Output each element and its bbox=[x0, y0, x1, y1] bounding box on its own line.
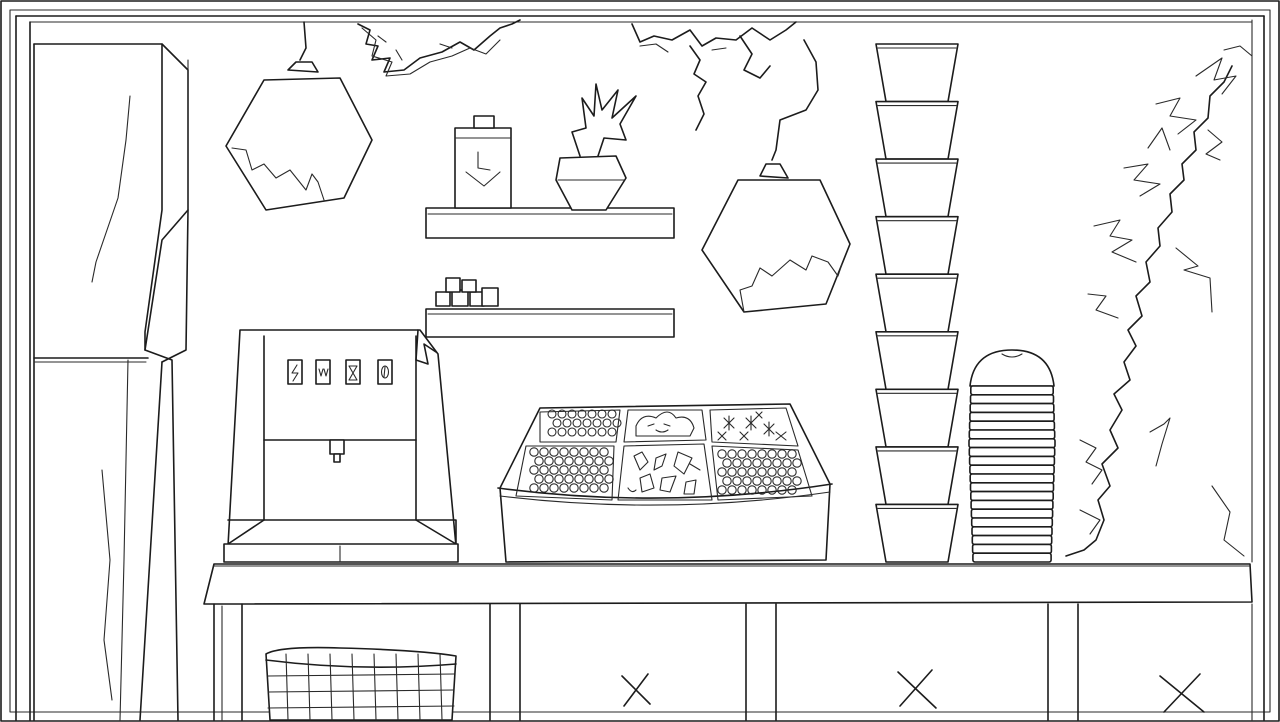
toppings-bin[interactable] bbox=[497, 403, 833, 563]
room-frame bbox=[0, 0, 1280, 722]
cup-lid bbox=[971, 543, 1053, 555]
paper-cup bbox=[875, 273, 959, 333]
cabinet-drawer-x[interactable] bbox=[1150, 660, 1220, 716]
cup-lid bbox=[971, 534, 1053, 546]
cup-lid bbox=[968, 420, 1056, 431]
ceiling-vines bbox=[357, 19, 797, 131]
bean-icon[interactable] bbox=[377, 359, 393, 385]
cup-lid bbox=[970, 517, 1054, 528]
pendant-lamp[interactable] bbox=[701, 39, 851, 313]
counter-top bbox=[203, 563, 1253, 605]
cup-lid bbox=[972, 552, 1052, 563]
sugar-cubes[interactable] bbox=[435, 277, 499, 307]
cup-lid bbox=[968, 455, 1056, 466]
scene-canvas bbox=[0, 0, 1280, 722]
cup-lid bbox=[970, 499, 1054, 510]
cup-lid bbox=[969, 411, 1055, 422]
hourglass-icon[interactable] bbox=[345, 359, 361, 385]
cup-lid bbox=[969, 393, 1055, 405]
double-drop-icon[interactable] bbox=[315, 359, 331, 385]
climbing-vine bbox=[1065, 45, 1253, 557]
paper-cup bbox=[875, 388, 959, 448]
paper-cup bbox=[875, 503, 959, 563]
lightning-icon[interactable] bbox=[287, 359, 303, 385]
cabinet-drawer-x[interactable] bbox=[880, 660, 950, 716]
cup-lid bbox=[969, 473, 1055, 484]
cup-lid bbox=[969, 464, 1055, 475]
milk-carton[interactable] bbox=[454, 115, 512, 209]
potted-plant[interactable] bbox=[555, 83, 637, 211]
cup-lid bbox=[968, 437, 1056, 449]
paper-cup bbox=[875, 330, 959, 391]
paper-cup bbox=[875, 43, 959, 103]
upper-wall-shelf bbox=[425, 207, 675, 239]
cup-lid bbox=[969, 490, 1054, 502]
cup-lid bbox=[969, 481, 1055, 493]
cup-lid bbox=[970, 508, 1054, 519]
paper-cup bbox=[875, 100, 959, 160]
cup-lid bbox=[969, 385, 1054, 396]
cup-stack[interactable] bbox=[875, 43, 959, 563]
cup-lid bbox=[969, 402, 1055, 414]
waste-basket[interactable] bbox=[265, 646, 457, 721]
coffee-machine[interactable] bbox=[223, 329, 459, 563]
cup-lid bbox=[971, 525, 1053, 537]
fridge-door[interactable] bbox=[33, 43, 189, 721]
lid-stack[interactable] bbox=[968, 349, 1056, 563]
paper-cup bbox=[875, 446, 959, 506]
cup-lid bbox=[968, 429, 1056, 440]
paper-cup bbox=[875, 215, 959, 276]
lower-wall-shelf bbox=[425, 308, 675, 338]
paper-cup bbox=[875, 158, 959, 218]
pendant-lamp[interactable] bbox=[225, 21, 373, 211]
cup-lid bbox=[968, 446, 1056, 458]
cafe-counter-scene bbox=[0, 0, 1280, 722]
cabinet-drawer-x[interactable] bbox=[600, 660, 670, 716]
